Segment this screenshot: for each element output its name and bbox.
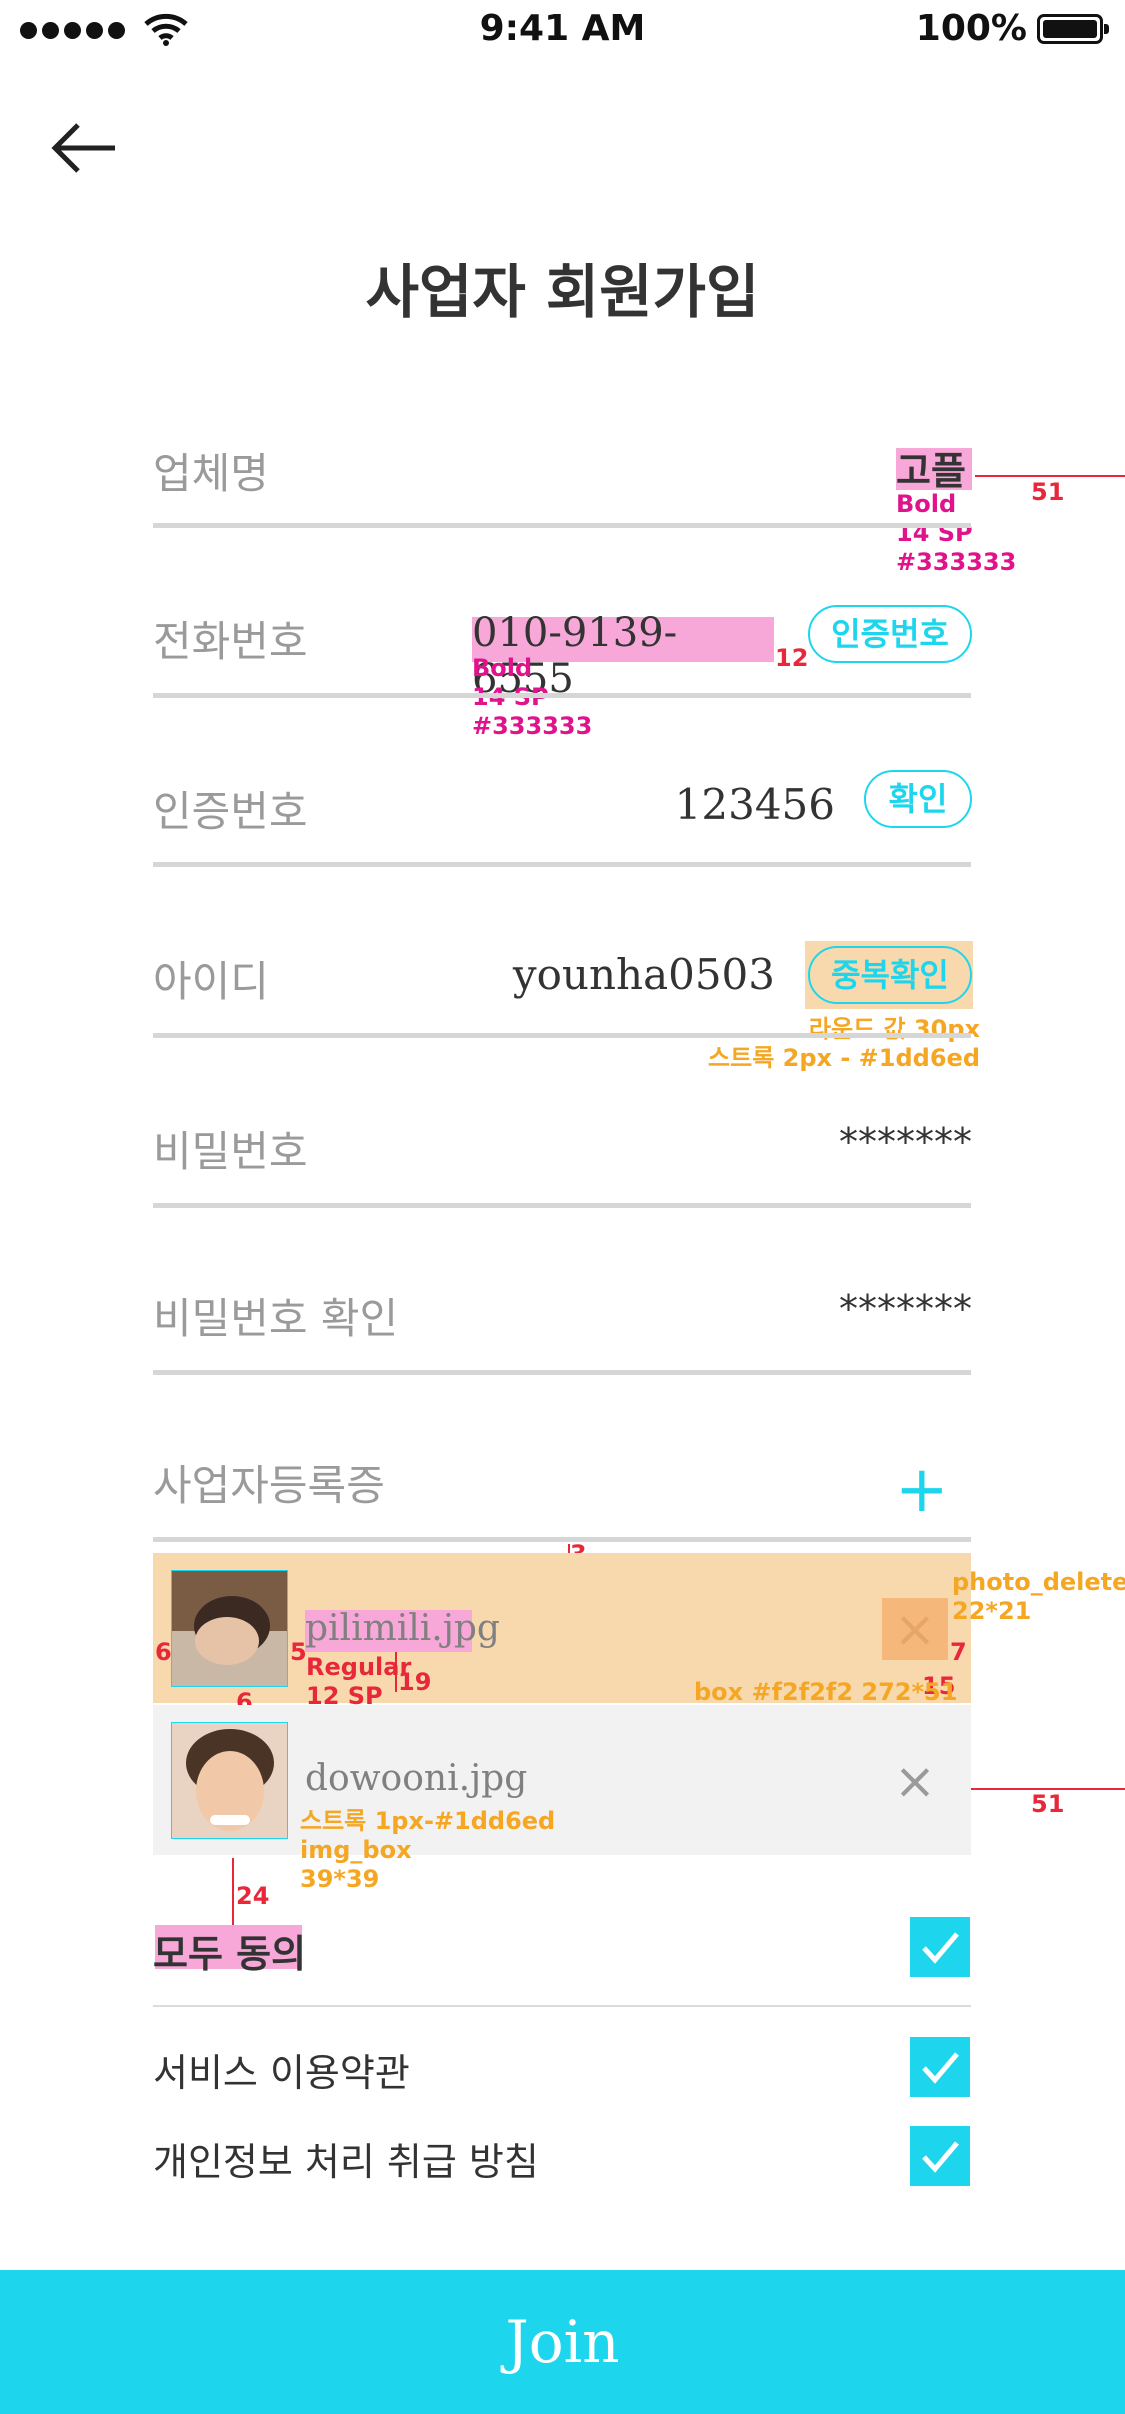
annotation-spacing: 19 xyxy=(398,1668,432,1696)
annotation-spacing: 24 xyxy=(236,1882,270,1910)
photo-thumbnail xyxy=(171,1570,288,1687)
userid-input[interactable]: younha0503 xyxy=(470,950,775,999)
back-arrow-icon[interactable] xyxy=(50,118,120,178)
annotation-note: 스트록 1px-#1dd6ed img_box 39*39 xyxy=(300,1807,556,1893)
annotation-spacing: 6 xyxy=(155,1638,172,1666)
agreement-terms-checkbox[interactable] xyxy=(910,2037,970,2097)
phone-label: 전화번호 xyxy=(153,617,308,666)
password-confirm-underline xyxy=(153,1370,971,1375)
check-icon xyxy=(922,1932,959,1964)
userid-underline xyxy=(153,1033,971,1038)
annotation-spacing: 5 xyxy=(290,1638,307,1666)
check-icon xyxy=(922,2052,959,2084)
annotation-spacing: 7 xyxy=(950,1638,967,1666)
battery-icon xyxy=(1037,14,1109,44)
password-underline xyxy=(153,1203,971,1208)
password-confirm-input[interactable]: ******* xyxy=(700,1287,972,1331)
annotation-spacing: 51 xyxy=(1031,478,1065,506)
annotation-spacing: 12 xyxy=(775,644,809,672)
company-label: 업체명 xyxy=(153,449,269,498)
annotation-spacing: 51 xyxy=(1031,1790,1065,1818)
annotation-note: box #f2f2f2 272*51 xyxy=(694,1678,958,1706)
annotation-line xyxy=(395,1652,397,1692)
check-duplicate-button[interactable]: 중복확인 xyxy=(808,946,972,1004)
photo-thumbnail xyxy=(171,1722,288,1839)
company-underline xyxy=(153,523,971,528)
photo-filename: dowooni.jpg xyxy=(305,1758,528,1799)
annotation-line xyxy=(232,1858,234,1930)
check-icon xyxy=(922,2141,959,2173)
agree-all-checkbox[interactable] xyxy=(910,1917,970,1977)
request-code-button[interactable]: 인증번호 xyxy=(808,605,972,663)
add-photo-button[interactable]: + xyxy=(895,1455,949,1525)
photo-filename: pilimili.jpg xyxy=(305,1608,500,1649)
password-label: 비밀번호 xyxy=(153,1127,308,1176)
verify-label: 인증번호 xyxy=(153,787,308,836)
page-title: 사업자 회원가입 xyxy=(365,258,760,326)
battery-percent: 100% xyxy=(915,8,1027,49)
agreement-terms-label: 서비스 이용약관 xyxy=(153,2051,410,2095)
divider xyxy=(153,2005,971,2007)
annotation-line xyxy=(975,475,1125,477)
password-confirm-label: 비밀번호 확인 xyxy=(153,1294,399,1343)
verify-underline xyxy=(153,862,971,867)
join-button[interactable]: Join xyxy=(0,2270,1125,2414)
photo-delete-icon[interactable]: × xyxy=(882,1598,948,1660)
status-bar: 9:41 AM 100% xyxy=(0,0,1125,62)
annotation-note: photo_delete 22*21 xyxy=(952,1568,1125,1625)
photo-delete-icon[interactable]: × xyxy=(882,1750,948,1812)
business-cert-underline xyxy=(153,1537,971,1542)
annotation-note: Bold 14 SP #333333 xyxy=(896,490,1017,576)
confirm-code-button[interactable]: 확인 xyxy=(864,770,972,828)
business-cert-label: 사업자등록증 xyxy=(153,1461,385,1510)
agreement-privacy-checkbox[interactable] xyxy=(910,2126,970,2186)
agreement-privacy-label: 개인정보 처리 취급 방침 xyxy=(153,2140,539,2184)
company-input[interactable]: 고플 xyxy=(896,440,972,495)
userid-label: 아이디 xyxy=(153,957,269,1006)
password-input[interactable]: ******* xyxy=(700,1120,972,1164)
annotation-note: 라운드 값 30px 스트록 2px - #1dd6ed xyxy=(708,1015,980,1072)
phone-underline xyxy=(153,693,971,698)
verify-input[interactable]: 123456 xyxy=(600,780,835,829)
agree-all-label: 모두 동의 xyxy=(153,1932,307,1976)
